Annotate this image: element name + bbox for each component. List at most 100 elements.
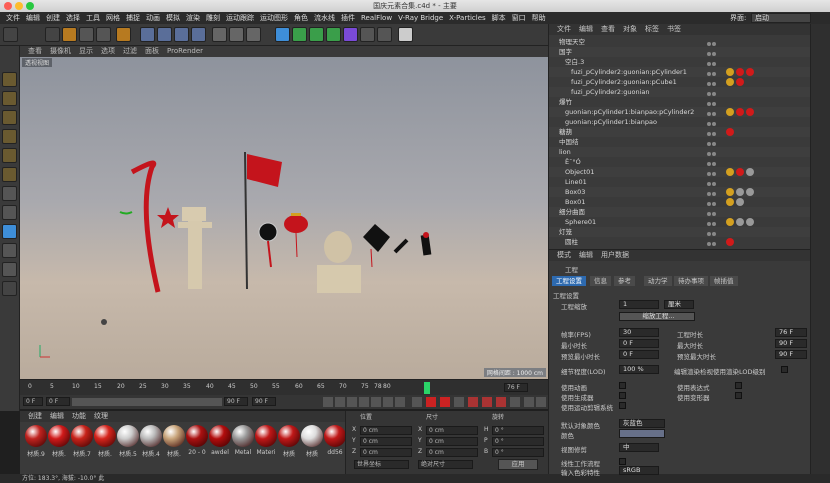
menu-item[interactable]: 编辑 bbox=[26, 14, 40, 22]
visibility-dots[interactable] bbox=[707, 69, 719, 76]
rotate-icon[interactable] bbox=[96, 27, 111, 42]
object-row[interactable]: 灯笼 bbox=[549, 227, 811, 237]
material-tag[interactable] bbox=[736, 168, 744, 176]
workplane-icon[interactable] bbox=[2, 110, 17, 125]
visibility-dots[interactable] bbox=[707, 239, 719, 246]
material-swatch[interactable] bbox=[94, 425, 116, 447]
object-row[interactable]: Ê¯°Ó bbox=[549, 157, 811, 167]
material-swatch[interactable] bbox=[209, 425, 231, 447]
material-tag[interactable] bbox=[746, 68, 754, 76]
timeline-ruler[interactable]: 0 5 10 15 20 25 30 35 40 45 50 55 60 65 70 75 78 80 76 F bbox=[20, 379, 548, 395]
field-value[interactable]: 0 F bbox=[619, 350, 659, 359]
object-row[interactable]: Sphere01 bbox=[549, 217, 811, 227]
object-row[interactable]: fuzi_pCylinder2:guonian:pCylinder1 bbox=[549, 67, 811, 77]
end-frame-field-2[interactable]: 90 F bbox=[252, 397, 276, 406]
viewport-menu-item[interactable]: 面板 bbox=[145, 47, 159, 55]
object-name[interactable]: Object01 bbox=[565, 167, 594, 177]
deformer-icon[interactable] bbox=[343, 27, 358, 42]
solo-icon[interactable] bbox=[2, 262, 17, 277]
rotation-key-icon[interactable] bbox=[496, 397, 506, 407]
object-name[interactable]: fuzi_pCylinder2:guonian:pCylinder1 bbox=[571, 67, 687, 77]
close-window-button[interactable] bbox=[4, 2, 12, 10]
y-axis-icon[interactable] bbox=[157, 27, 172, 42]
range-slider[interactable] bbox=[72, 398, 222, 406]
visibility-dots[interactable] bbox=[707, 89, 719, 96]
material-tag[interactable] bbox=[726, 108, 734, 116]
model-mode-icon[interactable] bbox=[2, 72, 17, 87]
position-field[interactable]: 0 cm bbox=[360, 426, 412, 435]
material-tag[interactable] bbox=[726, 238, 734, 246]
attribute-tab[interactable]: 待办事项 bbox=[674, 276, 708, 286]
object-name[interactable]: 爆竹 bbox=[559, 97, 572, 107]
material-menu-item[interactable]: 纹理 bbox=[94, 412, 108, 420]
object-menu-item[interactable]: 对象 bbox=[623, 25, 637, 33]
coordinate-system-icon[interactable] bbox=[191, 27, 206, 42]
tweak-mode-icon[interactable] bbox=[2, 205, 17, 220]
visibility-dots[interactable] bbox=[707, 99, 719, 106]
material-tag[interactable] bbox=[736, 188, 744, 196]
next-frame-icon[interactable] bbox=[371, 397, 381, 407]
object-name[interactable]: fuzi_pCylinder2:guonian bbox=[571, 87, 650, 97]
object-menu-item[interactable]: 文件 bbox=[557, 25, 571, 33]
material-tag[interactable] bbox=[726, 188, 734, 196]
attribute-tab[interactable]: 动力学 bbox=[644, 276, 672, 286]
x-axis-icon[interactable] bbox=[140, 27, 155, 42]
scale-icon[interactable] bbox=[79, 27, 94, 42]
object-menu-item[interactable]: 查看 bbox=[601, 25, 615, 33]
position-key-icon[interactable] bbox=[468, 397, 478, 407]
color-swatch[interactable] bbox=[619, 429, 665, 438]
menu-item[interactable]: 网格 bbox=[106, 14, 120, 22]
object-name[interactable]: 中国结 bbox=[559, 137, 579, 147]
axis-mode-icon[interactable] bbox=[2, 186, 17, 201]
size-field[interactable]: 0 cm bbox=[426, 437, 478, 446]
object-row[interactable]: guonian:pCylinder1:bianpao:pCylinder2 bbox=[549, 107, 811, 117]
menu-item[interactable]: V-Ray Bridge bbox=[398, 14, 443, 22]
material-swatch[interactable] bbox=[117, 425, 139, 447]
auto-key-icon[interactable] bbox=[440, 397, 450, 407]
attribute-tab[interactable]: 帧插值 bbox=[710, 276, 738, 286]
z-axis-icon[interactable] bbox=[174, 27, 189, 42]
viewport-menu-item[interactable]: 摄像机 bbox=[50, 47, 71, 55]
rotation-field[interactable]: 0 ° bbox=[492, 426, 544, 435]
material-tag[interactable] bbox=[736, 218, 744, 226]
goto-start-icon[interactable] bbox=[323, 397, 333, 407]
check-box[interactable] bbox=[619, 382, 626, 389]
object-row[interactable]: 国字 bbox=[549, 47, 811, 57]
coordinate-mode-select[interactable]: 世界坐标 bbox=[354, 460, 409, 469]
object-row[interactable]: fuzi_pCylinder2:guonian:pCube1 bbox=[549, 77, 811, 87]
visibility-dots[interactable] bbox=[707, 229, 719, 236]
material-menu-item[interactable]: 创建 bbox=[28, 412, 42, 420]
menu-item[interactable]: 脚本 bbox=[492, 14, 506, 22]
object-row[interactable]: 中国结 bbox=[549, 137, 811, 147]
scale-key-icon[interactable] bbox=[482, 397, 492, 407]
object-row[interactable]: Line01 bbox=[549, 177, 811, 187]
field-value[interactable]: 0 F bbox=[619, 339, 659, 348]
check-box[interactable] bbox=[619, 392, 626, 399]
object-name[interactable]: guonian:pCylinder1:bianpao:pCylinder2 bbox=[565, 107, 694, 117]
menu-item[interactable]: 选择 bbox=[66, 14, 80, 22]
current-frame-field[interactable]: 76 F bbox=[504, 383, 528, 392]
material-tag[interactable] bbox=[746, 218, 754, 226]
object-name[interactable]: 糖葫 bbox=[559, 127, 572, 137]
visibility-dots[interactable] bbox=[707, 179, 719, 186]
object-name[interactable]: 圆柱 bbox=[565, 237, 578, 247]
visibility-dots[interactable] bbox=[707, 169, 719, 176]
minimize-window-button[interactable] bbox=[15, 2, 23, 10]
array-icon[interactable] bbox=[326, 27, 341, 42]
material-tag[interactable] bbox=[736, 198, 744, 206]
move-icon[interactable] bbox=[62, 27, 77, 42]
playhead[interactable] bbox=[424, 382, 430, 394]
visibility-dots[interactable] bbox=[707, 109, 719, 116]
material-swatch[interactable] bbox=[163, 425, 185, 447]
viewport-menu-item[interactable]: 过滤 bbox=[123, 47, 137, 55]
material-swatch[interactable] bbox=[232, 425, 254, 447]
viewport-menu-item[interactable]: 显示 bbox=[79, 47, 93, 55]
snap-icon[interactable] bbox=[2, 224, 17, 239]
attribute-tab[interactable]: 信息 bbox=[590, 276, 611, 286]
undo-icon[interactable] bbox=[3, 27, 18, 42]
object-name[interactable]: Sphere01 bbox=[565, 217, 596, 227]
visibility-dots[interactable] bbox=[707, 199, 719, 206]
object-name[interactable]: lion bbox=[559, 147, 571, 157]
field-value[interactable]: 90 F bbox=[775, 339, 807, 348]
object-name[interactable]: 空白.3 bbox=[565, 57, 584, 67]
